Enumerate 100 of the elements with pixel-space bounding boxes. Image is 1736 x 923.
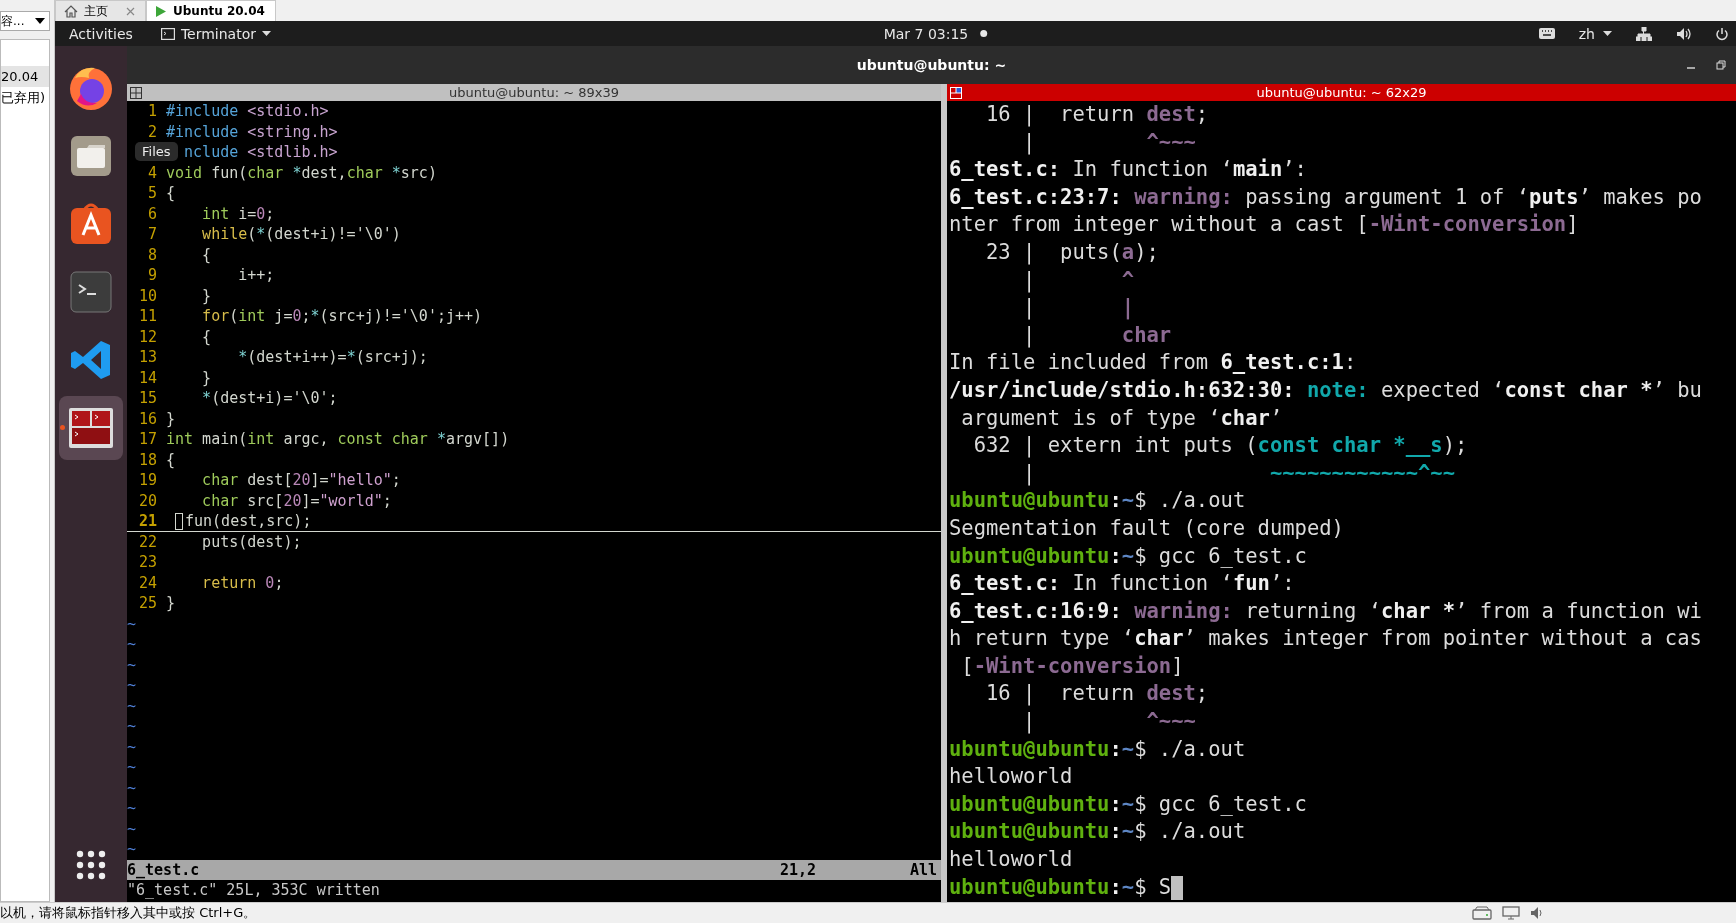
line-number: 12 [138,327,157,346]
library-item[interactable]: 20.04 [1,66,49,87]
split-terminal-icon [68,407,114,449]
code-line: } [201,367,212,388]
tooltip: Files [135,142,178,161]
empty-line-marker: ~ [127,716,137,737]
bag-icon [69,202,113,246]
terminal-line: [-Wint-conversion] [960,652,1184,680]
running-dot [60,425,65,430]
drive-icon[interactable] [1472,906,1492,920]
code-line: puts(dest); [201,531,302,552]
line-number: 23 [138,553,157,571]
code-line: int main(int argc, const char *argv[]) [166,429,510,450]
ribbon-icon [69,338,113,382]
empty-line-marker: ~ [127,798,137,819]
line-number: 17 [138,430,157,448]
dropdown[interactable]: 容... [0,11,50,31]
activities-button[interactable]: Activities [55,25,143,42]
cursor-position: 21,2 [779,859,818,880]
code-line: { [201,244,212,265]
terminal-line: 16 | return dest; [985,680,1209,708]
code-line: int i=0; [201,203,275,224]
code-line: void fun(char *dest,char *src) [166,162,437,183]
terminal-icon [160,27,175,40]
empty-line-marker: ~ [127,839,137,860]
home-icon [64,4,78,18]
terminal-icon [69,270,113,314]
play-icon [155,4,167,18]
code-line: } [201,285,212,306]
library-item[interactable]: 已弃用) [1,87,49,108]
terminal-line: /usr/include/stdio.h:632:30: note: expected ‘const char *’ bu [949,376,1702,404]
monitor-icon[interactable] [1502,906,1520,920]
code-line: #include <stdio.h> [166,101,329,122]
message-line: "6_test.c" 25L, 353C written [127,880,380,901]
code-line: i++; [237,265,275,286]
terminal-line: ubuntu@ubuntu:~$ S [949,873,1172,901]
scroll-position: All [909,859,937,880]
line-number: 4 [147,163,157,182]
terminal-line: 23 | puts(a); [985,238,1159,267]
empty-line-marker: ~ [127,675,137,696]
line-number: 1 [147,102,157,120]
code-line: { [166,449,176,470]
terminal-line: Segmentation fault (core dumped) [949,514,1344,542]
terminal-line: ubuntu@ubuntu:~$ ./a.out [949,735,1246,763]
line-number: 21 [138,512,157,530]
terminal-line: 632 | extern int puts (const char *__s); [972,432,1468,460]
line-number: 9 [147,266,157,284]
terminal-line: h return type ‘char’ makes integer from pointer without a cas [949,625,1702,653]
restore-icon[interactable] [1716,60,1726,70]
line-number: 14 [138,368,157,387]
caret-icon [261,31,271,36]
code-line: char src[20]="world"; [201,490,392,511]
code-line: #include <string.h> [166,121,338,142]
code-line: return 0; [201,572,284,593]
code-line: for(int j=0;*(src+j)!='\0';j++) [201,306,483,327]
terminal-line: ubuntu@ubuntu:~$ ./a.out [949,818,1246,846]
terminal-line: ubuntu@ubuntu:~$ gcc 6_test.c [949,542,1307,570]
empty-line-marker: ~ [127,736,137,757]
empty-line-marker: ~ [127,654,137,675]
terminal-line: | char [1022,321,1172,350]
line-number: 24 [138,573,157,592]
folder-icon [69,134,113,178]
empty-line-marker: ~ [127,613,137,634]
power-icon[interactable] [1716,26,1728,41]
code-line: *(dest+i)='\0'; [201,388,338,409]
caret-icon [1603,31,1612,36]
terminal-line: 6_test.c:23:7: warning: passing argument 1 of ‘puts’ makes po [949,183,1702,211]
dock-item[interactable] [59,396,123,460]
app-grid-icon[interactable] [76,850,106,880]
terminal-line: | ^~~~ [1022,128,1196,157]
terminal-line: 6_test.c: In function ‘main’: [949,156,1307,184]
clock[interactable]: Mar 7 03:15 [883,25,969,42]
terminal-line: 6_test.c:16:9: warning: returning ‘char *’ from a function wi [949,597,1702,625]
code-line: { [201,326,212,347]
close-icon[interactable] [126,6,135,16]
line-number: 18 [138,450,157,469]
line-number: 20 [138,491,157,510]
terminal-line: ubuntu@ubuntu:~$ ./a.out [949,487,1246,515]
terminal-line: ubuntu@ubuntu:~$ gcc 6_test.c [949,790,1307,818]
line-number: 10 [138,286,157,305]
code-line: char dest[20]="hello"; [201,470,401,491]
volume-icon[interactable] [1676,26,1692,41]
tab[interactable]: Ubuntu 20.04 [146,0,276,21]
input-method-menu[interactable]: zh [1578,25,1612,42]
tab[interactable]: 主页 [55,0,146,21]
empty-line-marker: ~ [127,634,137,655]
line-number: 7 [147,225,157,243]
line-number: 13 [138,348,157,366]
network-icon[interactable] [1636,26,1652,41]
pane-title: ubuntu@ubuntu: ~ 89x39 [449,85,619,100]
terminal-line: | | [1022,294,1135,322]
line-number: 6 [147,204,157,223]
app-menu[interactable]: Terminator [160,25,271,42]
code-line: *(dest+i++)=*(src+j); [237,347,428,368]
line-number: 2 [147,122,157,141]
keyboard-icon[interactable] [1538,28,1555,39]
line-number: 15 [138,389,157,407]
terminal-line: 6_test.c: In function ‘fun’: [949,570,1295,598]
code-line: } [166,408,176,429]
empty-line-marker: ~ [127,757,137,778]
